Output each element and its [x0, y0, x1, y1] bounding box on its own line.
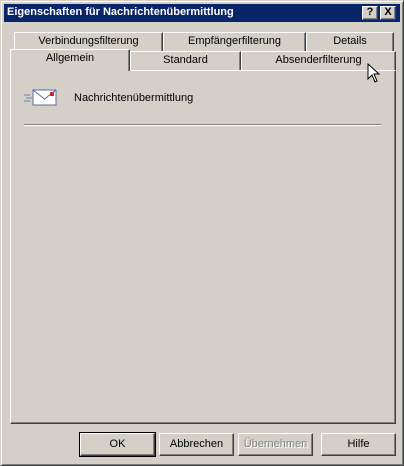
cancel-label: Abbrechen	[169, 438, 224, 450]
ok-button[interactable]: OK	[79, 432, 156, 457]
object-name: Nachrichtenübermittlung	[74, 92, 194, 104]
cancel-button[interactable]: Abbrechen	[159, 433, 234, 456]
help-button[interactable]: Hilfe	[321, 433, 396, 456]
tab-empfaengerfilterung[interactable]: Empfängerfilterung	[163, 32, 306, 51]
tab-details[interactable]: Details	[306, 32, 394, 51]
tab-label: Absenderfilterung	[275, 54, 362, 66]
question-mark-icon: ?	[366, 6, 374, 18]
tab-standard[interactable]: Standard	[130, 51, 241, 70]
close-title-button[interactable]: X	[380, 6, 396, 20]
mouse-pointer-icon	[367, 62, 381, 87]
title-bar[interactable]: Eigenschaften für Nachrichtenübermittlun…	[4, 4, 400, 22]
close-icon: X	[384, 6, 392, 18]
tab-allgemein[interactable]: Allgemein	[10, 49, 130, 71]
divider	[24, 124, 381, 126]
tab-label: Empfängerfilterung	[188, 35, 281, 47]
properties-dialog: Eigenschaften für Nachrichtenübermittlun…	[0, 0, 404, 466]
help-label: Hilfe	[347, 438, 370, 450]
help-title-button[interactable]: ?	[362, 6, 378, 20]
tab-label: Allgemein	[45, 52, 95, 64]
tab-label: Standard	[163, 54, 208, 66]
mail-envelope-icon	[24, 87, 60, 112]
ok-label: OK	[109, 438, 126, 450]
tab-label: Details	[333, 35, 367, 47]
tab-label: Verbindungsfilterung	[38, 35, 139, 47]
window-title: Eigenschaften für Nachrichtenübermittlun…	[7, 6, 234, 18]
apply-button[interactable]: Übernehmen	[238, 433, 313, 456]
apply-label: Übernehmen	[243, 438, 308, 450]
